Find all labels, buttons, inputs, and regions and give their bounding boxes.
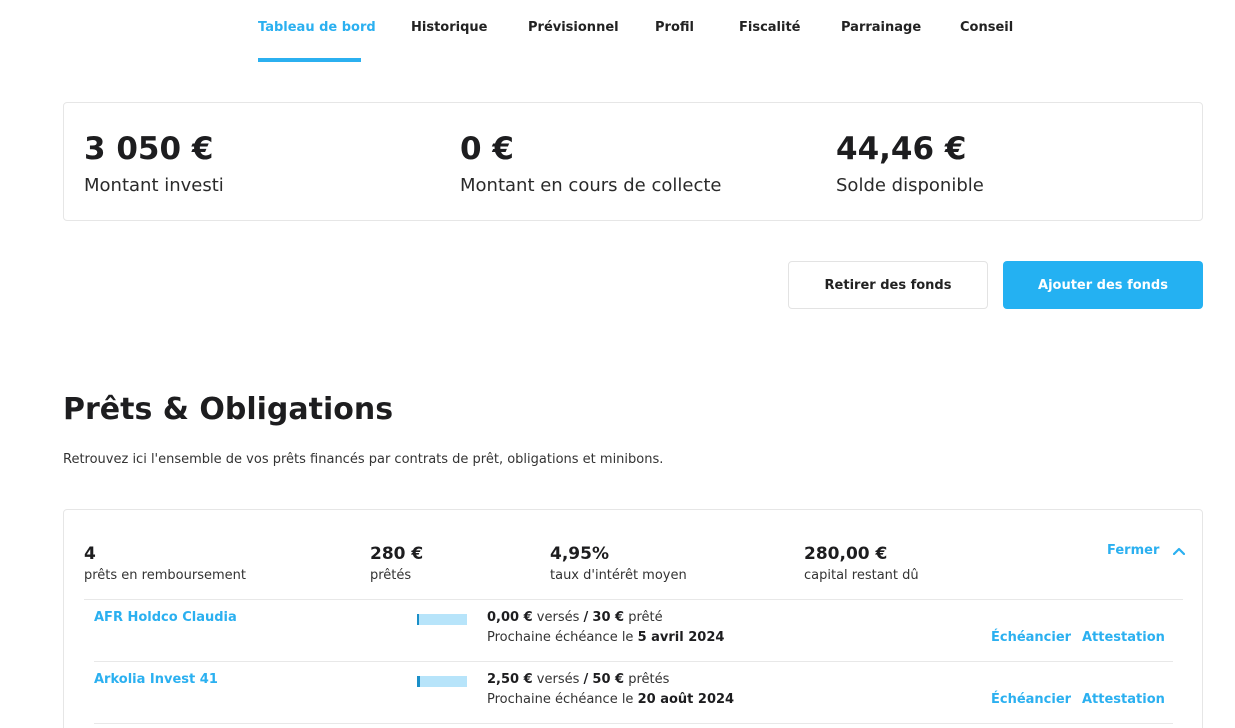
- loan-name-link[interactable]: AFR Holdco Claudia: [94, 610, 237, 625]
- invested-label: Montant investi: [84, 175, 224, 196]
- stat-balance: 44,46 € Solde disponible: [836, 129, 984, 196]
- collecting-label: Montant en cours de collecte: [460, 175, 722, 196]
- loans-count-value: 4: [84, 544, 96, 564]
- balance-amount: 44,46 €: [836, 131, 967, 167]
- loan-amounts: 2,50 € versés / 50 € prêtés: [487, 672, 669, 687]
- tab-fiscalite[interactable]: Fiscalité: [739, 20, 801, 35]
- next-due-value: 20 août 2024: [637, 692, 735, 707]
- loans-card: 4 prêts en remboursement 280 € prêtés 4,…: [63, 509, 1203, 728]
- paid-amount: 2,50 €: [487, 672, 533, 687]
- tab-previsionnel[interactable]: Prévisionnel: [528, 20, 619, 35]
- balance-label: Solde disponible: [836, 175, 984, 196]
- loans-remaining-stat: 280,00 € capital restant dû: [804, 544, 919, 583]
- loans-lent-value: 280 €: [370, 544, 424, 564]
- loans-rate-value: 4,95%: [550, 544, 609, 564]
- repayment-progress-bar: [417, 614, 467, 625]
- repayment-progress-fill: [417, 676, 420, 687]
- section-title: Prêts & Obligations: [63, 392, 394, 427]
- next-due-label: Prochaine échéance le: [487, 630, 634, 645]
- paid-suffix: versés: [536, 672, 580, 687]
- certificate-link[interactable]: Attestation: [1082, 630, 1165, 645]
- collecting-amount: 0 €: [460, 131, 514, 167]
- loans-rate-label: taux d'intérêt moyen: [550, 568, 687, 583]
- loans-count-stat: 4 prêts en remboursement: [84, 544, 246, 583]
- tab-historique[interactable]: Historique: [411, 20, 487, 35]
- invested-amount: 3 050 €: [84, 131, 214, 167]
- add-funds-button[interactable]: Ajouter des fonds: [1003, 261, 1203, 309]
- chevron-up-icon: [1173, 547, 1186, 555]
- tab-tableau-de-bord[interactable]: Tableau de bord: [258, 20, 376, 35]
- next-due-label: Prochaine échéance le: [487, 692, 634, 707]
- paid-suffix: versés: [536, 610, 580, 625]
- schedule-link[interactable]: Échéancier: [991, 692, 1071, 707]
- loan-name-link[interactable]: Arkolia Invest 41: [94, 672, 218, 687]
- active-tab-indicator: [258, 58, 361, 62]
- lent-suffix: prêté: [628, 610, 663, 625]
- stat-invested: 3 050 € Montant investi: [84, 129, 224, 196]
- paid-amount: 0,00 €: [487, 610, 533, 625]
- tab-profil[interactable]: Profil: [655, 20, 694, 35]
- next-due-value: 5 avril 2024: [637, 630, 725, 645]
- withdraw-funds-button[interactable]: Retirer des fonds: [788, 261, 988, 309]
- loan-row: AFR Holdco Claudia 0,00 € versés / 30 € …: [94, 599, 1173, 661]
- section-description: Retrouvez ici l'ensemble de vos prêts fi…: [63, 452, 664, 467]
- loans-remaining-label: capital restant dû: [804, 568, 919, 583]
- next-due-date: Prochaine échéance le 5 avril 2024: [487, 630, 724, 645]
- collapse-toggle-label: Fermer: [1107, 543, 1160, 558]
- account-summary-card: 3 050 € Montant investi 0 € Montant en c…: [63, 102, 1203, 221]
- loans-remaining-value: 280,00 €: [804, 544, 888, 564]
- collapse-toggle-button[interactable]: Fermer: [1107, 543, 1186, 558]
- lent-amount: 50 €: [592, 672, 625, 687]
- next-due-date: Prochaine échéance le 20 août 2024: [487, 692, 734, 707]
- loans-lent-label: prêtés: [370, 568, 412, 583]
- lent-suffix: prêtés: [628, 672, 670, 687]
- tab-conseil[interactable]: Conseil: [960, 20, 1013, 35]
- amount-separator: /: [583, 610, 589, 625]
- lent-amount: 30 €: [592, 610, 625, 625]
- amount-separator: /: [583, 672, 589, 687]
- repayment-progress-bar: [417, 676, 467, 687]
- loan-amounts: 0,00 € versés / 30 € prêté: [487, 610, 663, 625]
- loans-lent-stat: 280 € prêtés: [370, 544, 423, 583]
- tab-parrainage[interactable]: Parrainage: [841, 20, 921, 35]
- loan-row: Arkolia Invest 41 2,50 € versés / 50 € p…: [94, 661, 1173, 723]
- repayment-progress-fill: [417, 614, 419, 625]
- row-divider: [94, 723, 1173, 724]
- certificate-link[interactable]: Attestation: [1082, 692, 1165, 707]
- loans-rate-stat: 4,95% taux d'intérêt moyen: [550, 544, 687, 583]
- loans-count-label: prêts en remboursement: [84, 568, 246, 583]
- stat-collecting: 0 € Montant en cours de collecte: [460, 129, 721, 196]
- schedule-link[interactable]: Échéancier: [991, 630, 1071, 645]
- top-navigation: Tableau de bord Historique Prévisionnel …: [0, 0, 1235, 62]
